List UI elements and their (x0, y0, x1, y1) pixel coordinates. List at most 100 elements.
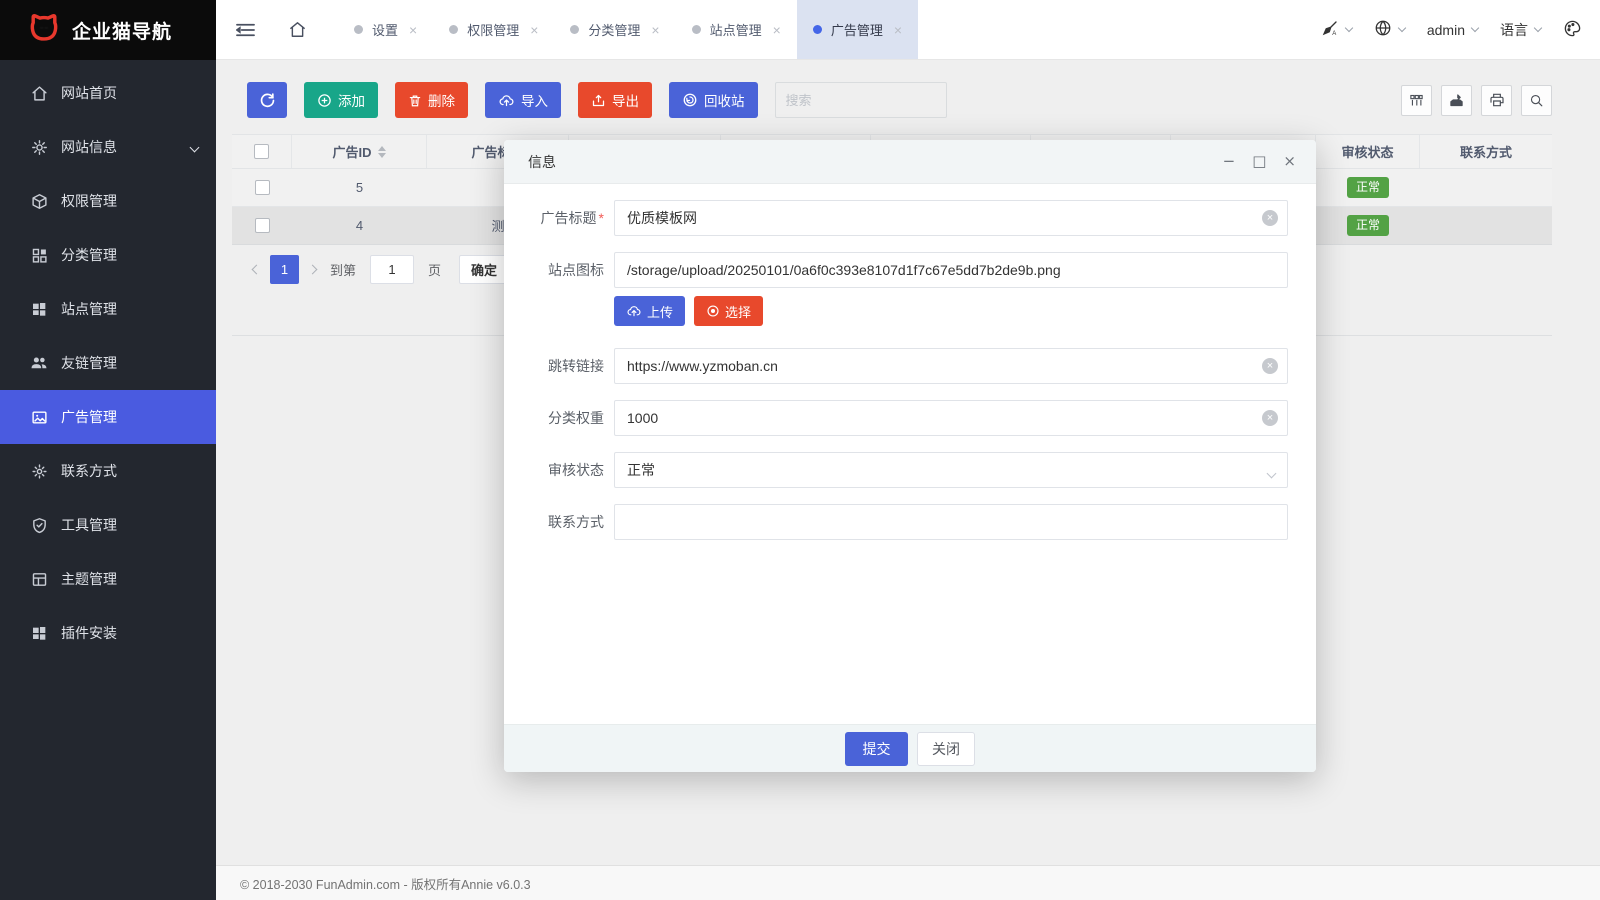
sidebar-item-site[interactable]: 站点管理 (0, 282, 216, 336)
sidebar-item-contact[interactable]: 联系方式 (0, 444, 216, 498)
tab-category[interactable]: 分类管理 × (554, 0, 675, 59)
sidebar-item-label: 广告管理 (61, 407, 117, 427)
sidebar-item-theme[interactable]: 主题管理 (0, 552, 216, 606)
prev-page-icon[interactable] (253, 266, 260, 273)
upload-button[interactable]: 上传 (614, 296, 685, 326)
next-page-icon[interactable] (309, 266, 316, 273)
tab-label: 站点管理 (710, 20, 762, 39)
close-icon[interactable]: × (773, 22, 781, 38)
sidebar-item-site-info[interactable]: 网站信息 (0, 120, 216, 174)
palette-menu[interactable] (1563, 19, 1582, 41)
clear-input-icon[interactable]: × (1262, 210, 1278, 226)
tab-settings[interactable]: 设置 × (338, 0, 433, 59)
tab-label: 广告管理 (831, 20, 883, 39)
print-icon[interactable] (1481, 85, 1512, 116)
current-page-button[interactable]: 1 (270, 255, 299, 284)
row-checkbox[interactable] (255, 218, 270, 233)
cube-icon (30, 192, 48, 210)
site-link-menu[interactable] (1374, 19, 1405, 40)
sidebar-item-home[interactable]: 网站首页 (0, 66, 216, 120)
site-icon-actions: 上传 选择 (614, 296, 1288, 326)
users-icon (30, 354, 48, 372)
select-all-checkbox[interactable] (254, 144, 269, 159)
theme-brush-menu[interactable]: A (1321, 19, 1352, 40)
columns-toggle-icon[interactable] (1401, 85, 1432, 116)
sidebar-item-permission[interactable]: 权限管理 (0, 174, 216, 228)
dialog-header[interactable]: 信息 − □ × (504, 140, 1316, 184)
fullscreen-search-icon[interactable] (1521, 85, 1552, 116)
recycle-bin-button[interactable]: 回收站 (669, 82, 758, 118)
status-select[interactable]: 正常 (614, 452, 1288, 488)
tab-dot (570, 25, 579, 34)
layout-icon (30, 570, 48, 588)
user-menu[interactable]: admin (1427, 22, 1478, 38)
export-table-icon[interactable] (1441, 85, 1472, 116)
field-status: 审核状态 正常 (534, 452, 1288, 488)
table-utility-buttons (1401, 85, 1552, 116)
clear-input-icon[interactable]: × (1262, 410, 1278, 426)
image-icon (30, 408, 48, 426)
clear-input-icon[interactable]: × (1262, 358, 1278, 374)
home-tab-icon[interactable] (280, 13, 314, 47)
link-input[interactable] (614, 348, 1288, 384)
close-icon[interactable]: × (651, 22, 659, 38)
topbar-right: A admin 语言 (1299, 0, 1600, 59)
site-icon-path-input[interactable] (614, 252, 1288, 288)
import-button[interactable]: 导入 (485, 82, 561, 118)
close-icon[interactable]: × (409, 22, 417, 38)
page-number-input[interactable] (370, 255, 414, 284)
close-icon[interactable]: × (1283, 154, 1296, 169)
weight-input[interactable] (614, 400, 1288, 436)
confirm-page-button[interactable]: 确定 (459, 255, 509, 284)
refresh-button[interactable] (247, 82, 287, 118)
sidebar-item-label: 联系方式 (61, 461, 117, 481)
sidebar-item-label: 站点管理 (61, 299, 117, 319)
tab-permission[interactable]: 权限管理 × (433, 0, 554, 59)
choose-button[interactable]: 选择 (694, 296, 763, 326)
close-icon[interactable]: × (894, 22, 902, 38)
recycle-bin-button-label: 回收站 (704, 90, 745, 110)
brush-icon: A (1321, 19, 1339, 40)
sidebar-item-ads[interactable]: 广告管理 (0, 390, 216, 444)
tab-label: 权限管理 (467, 20, 519, 39)
close-icon[interactable]: × (530, 22, 538, 38)
sort-icon[interactable] (378, 146, 386, 158)
language-menu[interactable]: 语言 (1500, 20, 1541, 40)
sidebar-toggle-icon[interactable] (228, 13, 262, 47)
add-button-label: 添加 (338, 90, 365, 110)
cell-contact (1420, 207, 1552, 244)
sidebar-item-plugin[interactable]: 插件安装 (0, 606, 216, 660)
gear-icon (30, 138, 48, 156)
ad-title-input[interactable] (614, 200, 1288, 236)
tab-label: 设置 (372, 20, 398, 39)
sidebar-item-category[interactable]: 分类管理 (0, 228, 216, 282)
column-header-status[interactable]: 审核状态 (1316, 135, 1420, 168)
brand-logo[interactable]: 企业猫导航 (0, 0, 216, 60)
copyright-text: © 2018-2030 FunAdmin.com - 版权所有Annie v6.… (240, 874, 531, 893)
service-gear-icon (30, 462, 48, 480)
status-badge: 正常 (1347, 177, 1389, 197)
submit-button[interactable]: 提交 (845, 732, 908, 766)
field-weight: 分类权重 × (534, 400, 1288, 436)
contact-input[interactable] (614, 504, 1288, 540)
column-header-contact[interactable]: 联系方式 (1420, 135, 1552, 168)
search-input[interactable] (775, 82, 947, 118)
field-label: 广告标题* (534, 208, 604, 228)
delete-button[interactable]: 删除 (395, 82, 468, 118)
choose-button-label: 选择 (725, 302, 751, 321)
minimize-icon[interactable]: − (1223, 154, 1236, 169)
tab-ads[interactable]: 广告管理 × (797, 0, 918, 59)
dialog-close-button[interactable]: 关闭 (917, 732, 975, 766)
sidebar-item-tools[interactable]: 工具管理 (0, 498, 216, 552)
field-contact: 联系方式 (534, 504, 1288, 540)
dialog-body: 广告标题* × 站点图标 上传 选择 (504, 184, 1316, 724)
maximize-icon[interactable]: □ (1252, 154, 1266, 169)
tab-site[interactable]: 站点管理 × (676, 0, 797, 59)
row-checkbox[interactable] (255, 180, 270, 195)
sidebar-item-links[interactable]: 友链管理 (0, 336, 216, 390)
column-header-ad-id[interactable]: 广告ID (292, 135, 427, 168)
cell-contact (1420, 169, 1552, 206)
export-button[interactable]: 导出 (578, 82, 652, 118)
import-button-label: 导入 (521, 90, 548, 110)
add-button[interactable]: 添加 (304, 82, 378, 118)
